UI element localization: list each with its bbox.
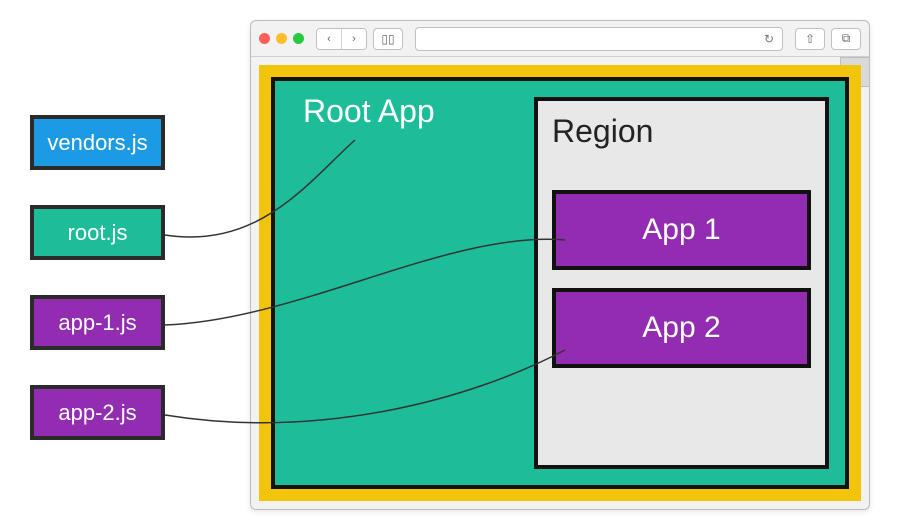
traffic-lights [259, 33, 304, 44]
file-label: app-1.js [58, 310, 136, 336]
file-vendors: vendors.js [30, 115, 165, 170]
back-button[interactable]: ‹ [317, 29, 341, 49]
app-2-label: App 2 [642, 311, 720, 345]
maximize-icon[interactable] [293, 33, 304, 44]
tabs-button[interactable]: ⧉ [831, 28, 861, 50]
share-button[interactable]: ⇧ [795, 28, 825, 50]
file-app2: app-2.js [30, 385, 165, 440]
forward-button[interactable]: › [341, 29, 366, 49]
browser-viewport: Root App Region App 1 App 2 [259, 65, 861, 501]
nav-buttons: ‹ › [316, 28, 367, 50]
browser-window: ‹ › ▯▯ ↻ ⇧ ⧉ + Root App Region App 1 App… [250, 20, 870, 510]
region-label: Region [552, 113, 811, 150]
region-container: Region App 1 App 2 [534, 97, 829, 469]
root-app-label: Root App [303, 93, 435, 130]
address-bar[interactable]: ↻ [415, 27, 783, 51]
file-label: app-2.js [58, 400, 136, 426]
close-icon[interactable] [259, 33, 270, 44]
app-2-box: App 2 [552, 288, 811, 368]
app-1-label: App 1 [642, 213, 720, 247]
root-app-container: Root App Region App 1 App 2 [271, 77, 849, 489]
app-1-box: App 1 [552, 190, 811, 270]
minimize-icon[interactable] [276, 33, 287, 44]
file-app1: app-1.js [30, 295, 165, 350]
browser-titlebar: ‹ › ▯▯ ↻ ⇧ ⧉ [251, 21, 869, 57]
file-label: vendors.js [47, 130, 147, 156]
file-label: root.js [68, 220, 128, 246]
sidebar-button[interactable]: ▯▯ [373, 28, 403, 50]
refresh-icon[interactable]: ↻ [764, 32, 774, 46]
file-root: root.js [30, 205, 165, 260]
